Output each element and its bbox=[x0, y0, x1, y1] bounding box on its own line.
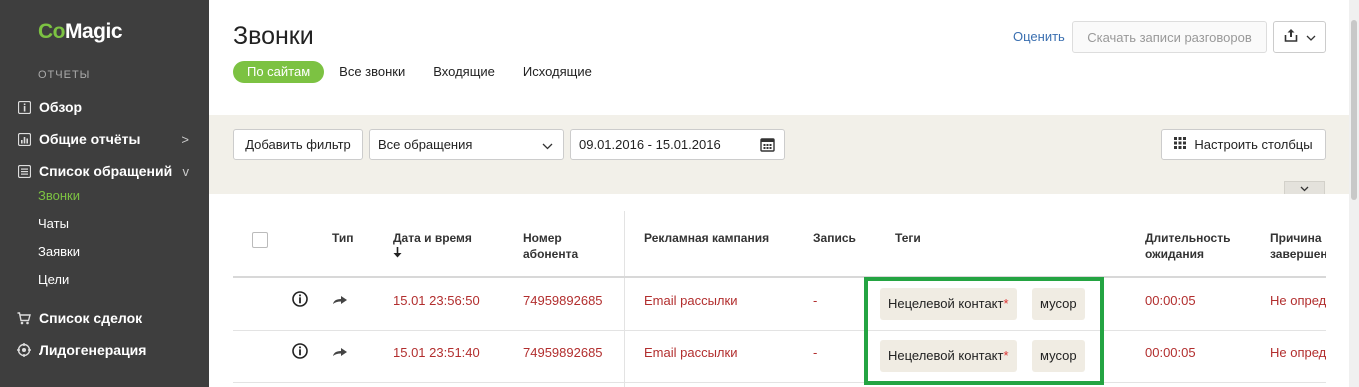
chart-icon bbox=[17, 132, 31, 146]
cell-wait-duration: 00:00:05 bbox=[1145, 345, 1196, 360]
sidebar-item-general-reports[interactable]: Общие отчёты > bbox=[17, 131, 197, 147]
calendar-icon[interactable] bbox=[760, 137, 775, 155]
section-label-reports: ОТЧЕТЫ bbox=[38, 69, 91, 81]
column-header-wait-duration[interactable]: Длительность ожидания bbox=[1145, 230, 1230, 262]
date-range-value: 09.01.2016 - 15.01.2016 bbox=[579, 137, 721, 152]
cell-end-reason: Не опред bbox=[1270, 293, 1326, 308]
sidebar-item-label: Лидогенерация bbox=[39, 342, 147, 358]
export-button[interactable] bbox=[1273, 21, 1326, 53]
column-header-number[interactable]: Номер абонента bbox=[523, 230, 578, 262]
cell-record: - bbox=[813, 345, 818, 360]
logo[interactable]: CoMagic bbox=[38, 20, 123, 44]
chevron-right-icon: > bbox=[181, 131, 189, 147]
list-icon bbox=[17, 164, 31, 178]
tags-highlight-box bbox=[864, 277, 1104, 385]
date-range-picker[interactable]: 09.01.2016 - 15.01.2016 bbox=[570, 129, 785, 160]
sidebar-subitem-goals[interactable]: Цели bbox=[38, 272, 69, 287]
sidebar-item-requests-list[interactable]: Список обращений v bbox=[17, 163, 197, 179]
select-all-checkbox[interactable] bbox=[252, 232, 268, 248]
sort-down-icon[interactable] bbox=[393, 245, 402, 263]
cell-campaign[interactable]: Email рассылки bbox=[644, 293, 737, 308]
sidebar-item-label: Список обращений bbox=[39, 163, 173, 179]
logo-co: Co bbox=[38, 20, 66, 43]
page-title: Звонки bbox=[233, 22, 314, 50]
cell-number[interactable]: 74959892685 bbox=[523, 345, 603, 360]
info-circle-icon[interactable] bbox=[292, 291, 308, 312]
collapse-filters-toggle[interactable] bbox=[1284, 181, 1325, 194]
column-header-datetime[interactable]: Дата и время bbox=[393, 230, 472, 246]
tab-bar: По сайтам Все звонки Входящие Исходящие bbox=[233, 61, 606, 83]
sidebar: CoMagic ОТЧЕТЫ Обзор Общие отчёты > Спис… bbox=[0, 0, 209, 387]
sidebar-item-label: Обзор bbox=[39, 99, 83, 115]
outgoing-call-arrow-icon bbox=[332, 345, 348, 363]
column-header-reason-line2: завершен bbox=[1270, 247, 1326, 261]
info-circle-icon[interactable] bbox=[292, 343, 308, 364]
column-header-campaign[interactable]: Рекламная кампания bbox=[644, 230, 769, 246]
sidebar-subitem-chats[interactable]: Чаты bbox=[38, 216, 69, 231]
configure-columns-button[interactable]: Настроить столбцы bbox=[1161, 129, 1326, 160]
row-divider bbox=[233, 382, 1326, 383]
cell-end-reason: Не опред bbox=[1270, 345, 1326, 360]
tab-outgoing[interactable]: Исходящие bbox=[509, 61, 606, 83]
sidebar-subitem-applications[interactable]: Заявки bbox=[38, 244, 80, 259]
cell-campaign[interactable]: Email рассылки bbox=[644, 345, 737, 360]
requests-select-value: Все обращения bbox=[378, 137, 473, 152]
column-header-type[interactable]: Тип bbox=[332, 230, 354, 246]
sidebar-subitem-calls[interactable]: Звонки bbox=[38, 188, 80, 203]
column-divider bbox=[624, 211, 625, 387]
sidebar-item-overview[interactable]: Обзор bbox=[17, 99, 197, 115]
chevron-down-icon: v bbox=[182, 163, 190, 179]
header-divider bbox=[233, 276, 1326, 278]
requests-select[interactable]: Все обращения bbox=[369, 129, 564, 160]
outgoing-call-arrow-icon bbox=[332, 293, 348, 311]
logo-magic: Magic bbox=[65, 20, 123, 43]
column-header-end-reason[interactable]: Причина завершен bbox=[1270, 230, 1326, 262]
info-icon bbox=[17, 100, 31, 114]
chevron-down-icon bbox=[1300, 179, 1309, 197]
tab-by-sites[interactable]: По сайтам bbox=[233, 61, 325, 83]
chevron-down-icon bbox=[542, 138, 553, 153]
cart-icon bbox=[17, 311, 31, 325]
columns-icon bbox=[1174, 137, 1187, 152]
download-recordings-button[interactable]: Скачать записи разговоров bbox=[1072, 21, 1267, 53]
row-divider bbox=[233, 330, 1326, 331]
configure-columns-label: Настроить столбцы bbox=[1194, 137, 1313, 152]
cell-wait-duration: 00:00:05 bbox=[1145, 293, 1196, 308]
cell-datetime: 15.01 23:51:40 bbox=[393, 345, 480, 360]
cell-number[interactable]: 74959892685 bbox=[523, 293, 603, 308]
sidebar-item-deals-list[interactable]: Список сделок bbox=[17, 310, 197, 326]
column-header-number-line2: абонента bbox=[523, 247, 579, 261]
chevron-down-icon bbox=[1306, 28, 1316, 46]
cell-datetime: 15.01 23:56:50 bbox=[393, 293, 480, 308]
sidebar-item-label: Список сделок bbox=[39, 310, 143, 326]
column-header-reason-line1: Причина bbox=[1270, 231, 1322, 245]
target-icon bbox=[17, 343, 31, 357]
sidebar-item-label: Общие отчёты bbox=[39, 131, 141, 147]
scrollbar-thumb[interactable] bbox=[1351, 20, 1357, 200]
cell-record: - bbox=[813, 293, 818, 308]
column-header-record[interactable]: Запись bbox=[813, 230, 856, 246]
column-header-wait-line2: ожидания bbox=[1145, 247, 1204, 261]
rate-link[interactable]: Оценить bbox=[1013, 29, 1065, 44]
column-header-number-line1: Номер bbox=[523, 231, 562, 245]
tab-incoming[interactable]: Входящие bbox=[419, 61, 509, 83]
column-header-wait-line1: Длительность bbox=[1145, 231, 1231, 245]
column-header-tags[interactable]: Теги bbox=[895, 230, 921, 246]
add-filter-button[interactable]: Добавить фильтр bbox=[233, 129, 363, 160]
tab-all-calls[interactable]: Все звонки bbox=[325, 61, 419, 83]
sidebar-item-lead-generation[interactable]: Лидогенерация bbox=[17, 342, 197, 358]
export-icon bbox=[1284, 28, 1298, 47]
